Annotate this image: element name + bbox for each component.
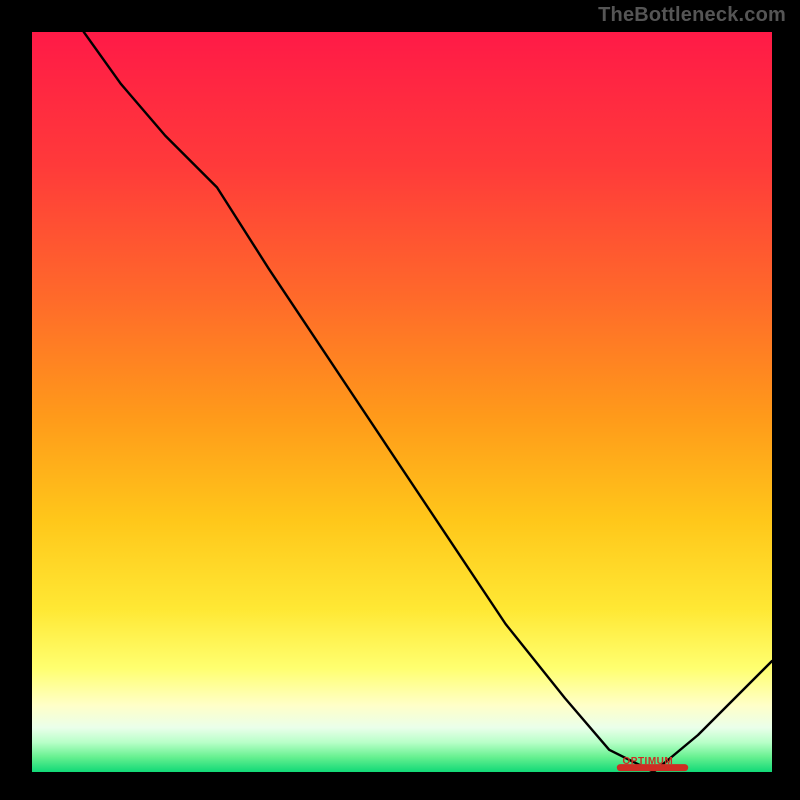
plot-svg xyxy=(32,32,772,772)
watermark-text: TheBottleneck.com xyxy=(598,4,786,27)
plot-area: OPTIMUM xyxy=(32,32,772,772)
chart-container: TheBottleneck.com xyxy=(0,0,800,800)
gradient-bg xyxy=(32,32,772,772)
